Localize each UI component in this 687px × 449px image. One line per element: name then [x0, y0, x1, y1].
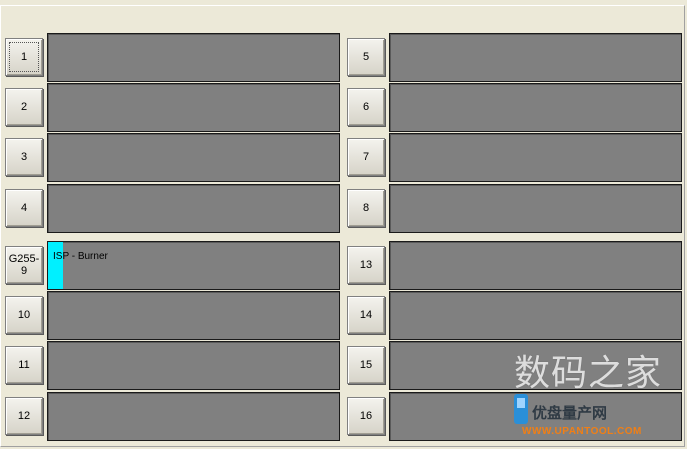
- slot-progress-fill: [48, 242, 63, 289]
- slot-status-panel-13: [389, 241, 682, 290]
- slot-status-panel-7: [389, 133, 682, 182]
- slot-button-12[interactable]: 12: [5, 397, 43, 435]
- slot-button-10[interactable]: 10: [5, 296, 43, 334]
- slot-status-panel-g255-9: ISP - Burner: [47, 241, 340, 290]
- slot-button-8[interactable]: 8: [347, 189, 385, 227]
- slot-button-7[interactable]: 7: [347, 138, 385, 176]
- slot-status-panel-1: [47, 33, 340, 82]
- slot-button-2[interactable]: 2: [5, 88, 43, 126]
- slot-button-6[interactable]: 6: [347, 88, 385, 126]
- slot-status-panel-15: [389, 341, 682, 390]
- slot-button-13[interactable]: 13: [347, 246, 385, 284]
- slot-button-g255-9[interactable]: G255-9: [5, 246, 43, 284]
- slot-button-11[interactable]: 11: [5, 346, 43, 384]
- slot-status-panel-4: [47, 184, 340, 233]
- slot-button-14[interactable]: 14: [347, 296, 385, 334]
- slot-status-panel-10: [47, 291, 340, 340]
- slot-button-15[interactable]: 15: [347, 346, 385, 384]
- slot-button-1[interactable]: 1: [5, 38, 43, 76]
- slot-button-16[interactable]: 16: [347, 397, 385, 435]
- slot-status-panel-8: [389, 184, 682, 233]
- slot-status-panel-5: [389, 33, 682, 82]
- slot-button-3[interactable]: 3: [5, 138, 43, 176]
- slot-status-panel-11: [47, 341, 340, 390]
- slot-status-panel-16: [389, 392, 682, 441]
- slot-status-panel-2: [47, 83, 340, 132]
- slot-status-text: ISP - Burner: [53, 251, 108, 262]
- slot-button-4[interactable]: 4: [5, 189, 43, 227]
- slot-status-panel-3: [47, 133, 340, 182]
- slot-button-5[interactable]: 5: [347, 38, 385, 76]
- slot-status-panel-14: [389, 291, 682, 340]
- slot-status-panel-12: [47, 392, 340, 441]
- slot-status-panel-6: [389, 83, 682, 132]
